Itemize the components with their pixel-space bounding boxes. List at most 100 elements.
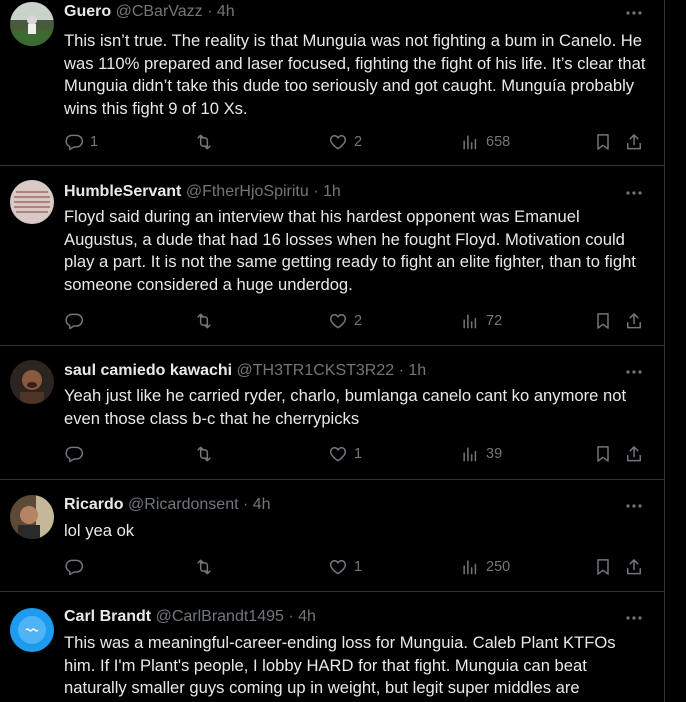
more-icon[interactable]: [624, 610, 644, 626]
tweet[interactable]: Ricardo @Ricardonsent · 4h lol yea ok 1 …: [0, 480, 664, 592]
user-handle[interactable]: @FtherHjoSpiritu: [186, 183, 309, 200]
tweet-header: Ricardo @Ricardonsent · 4h: [64, 496, 634, 514]
display-name[interactable]: Ricardo: [64, 496, 124, 513]
tweet[interactable]: saul camiedo kawachi @TH3TR1CKST3R22 · 1…: [0, 346, 664, 480]
reply-icon: [64, 132, 84, 152]
share-button[interactable]: [624, 555, 644, 579]
tweet-text: This was a meaningful-career-ending loss…: [64, 633, 616, 697]
views-icon: [460, 132, 480, 152]
like-icon: [328, 557, 348, 577]
action-bar: 2 72: [60, 309, 650, 333]
avatar[interactable]: [10, 360, 54, 404]
user-handle[interactable]: @TH3TR1CKST3R22: [237, 362, 395, 379]
like-count: 1: [354, 446, 363, 462]
repost-icon: [194, 557, 214, 577]
bookmark-button[interactable]: [593, 309, 613, 333]
like-button[interactable]: 1: [328, 442, 362, 466]
bookmark-button[interactable]: [593, 130, 613, 154]
timestamp[interactable]: 1h: [323, 183, 341, 200]
display-name[interactable]: Guero: [64, 3, 111, 20]
like-icon: [328, 311, 348, 331]
view-count: 250: [486, 559, 511, 575]
separator-dot: ·: [207, 3, 213, 20]
view-count: 39: [486, 446, 503, 462]
views-button[interactable]: 72: [460, 309, 502, 333]
share-icon: [624, 444, 644, 464]
views-icon: [460, 311, 480, 331]
share-button[interactable]: [624, 130, 644, 154]
reply-button[interactable]: [64, 309, 90, 333]
repost-button[interactable]: [194, 309, 220, 333]
separator-dot: ·: [398, 362, 404, 379]
avatar[interactable]: [10, 608, 54, 652]
share-icon: [624, 311, 644, 331]
views-icon: [460, 444, 480, 464]
tweet-header: saul camiedo kawachi @TH3TR1CKST3R22 · 1…: [64, 362, 634, 380]
reply-feed: Guero @CBarVazz · 4h This isn’t true. Th…: [0, 0, 665, 702]
like-count: 2: [354, 134, 363, 150]
like-button[interactable]: 2: [328, 309, 362, 333]
tweet-text: Yeah just like he carried ryder, charlo,…: [64, 386, 627, 428]
more-icon[interactable]: [624, 5, 644, 21]
views-button[interactable]: 658: [460, 130, 510, 154]
tweet[interactable]: HumbleServant @FtherHjoSpiritu · 1h Floy…: [0, 166, 664, 346]
views-button[interactable]: 39: [460, 442, 502, 466]
reply-icon: [64, 444, 84, 464]
timestamp[interactable]: 1h: [408, 362, 426, 379]
timestamp[interactable]: 4h: [253, 496, 271, 513]
like-button[interactable]: 2: [328, 130, 362, 154]
tweet-header: HumbleServant @FtherHjoSpiritu · 1h: [64, 183, 634, 201]
reply-button[interactable]: [64, 555, 90, 579]
tweet-text: lol yea ok: [64, 521, 135, 540]
separator-dot: ·: [288, 608, 294, 625]
user-handle[interactable]: @Ricardonsent: [128, 496, 239, 513]
separator-dot: ·: [313, 183, 319, 200]
tweet-text: Floyd said during an interview that his …: [64, 207, 636, 294]
share-button[interactable]: [624, 442, 644, 466]
avatar[interactable]: [10, 2, 54, 46]
share-button[interactable]: [624, 309, 644, 333]
tweet-header: Carl Brandt @CarlBrandt1495 · 4h: [64, 608, 634, 626]
repost-icon: [194, 132, 214, 152]
repost-icon: [194, 444, 214, 464]
repost-button[interactable]: [194, 130, 220, 154]
like-count: 2: [354, 313, 363, 329]
tweet[interactable]: Guero @CBarVazz · 4h This isn’t true. Th…: [0, 0, 664, 166]
avatar[interactable]: [10, 180, 54, 224]
more-icon[interactable]: [624, 364, 644, 380]
tweet[interactable]: Carl Brandt @CarlBrandt1495 · 4h This wa…: [0, 592, 664, 702]
tweet-header: Guero @CBarVazz · 4h: [64, 3, 634, 21]
display-name[interactable]: Carl Brandt: [64, 608, 151, 625]
bookmark-button[interactable]: [593, 555, 613, 579]
avatar[interactable]: [10, 495, 54, 539]
tweet-text: This isn’t true. The reality is that Mun…: [64, 31, 646, 118]
timestamp[interactable]: 4h: [217, 3, 235, 20]
bookmark-icon: [593, 311, 613, 331]
reply-button[interactable]: [64, 442, 90, 466]
repost-button[interactable]: [194, 442, 220, 466]
repost-icon: [194, 311, 214, 331]
action-bar: 1 250: [60, 555, 650, 579]
timestamp[interactable]: 4h: [298, 608, 316, 625]
like-count: 1: [354, 559, 363, 575]
reply-button[interactable]: 1: [64, 130, 98, 154]
reply-icon: [64, 557, 84, 577]
user-handle[interactable]: @CarlBrandt1495: [156, 608, 284, 625]
more-icon[interactable]: [624, 498, 644, 514]
like-icon: [328, 444, 348, 464]
like-button[interactable]: 1: [328, 555, 362, 579]
bookmark-button[interactable]: [593, 442, 613, 466]
action-bar: 1 39: [60, 442, 650, 466]
bookmark-icon: [593, 132, 613, 152]
display-name[interactable]: saul camiedo kawachi: [64, 362, 232, 379]
reply-icon: [64, 311, 84, 331]
bookmark-icon: [593, 444, 613, 464]
user-handle[interactable]: @CBarVazz: [116, 3, 203, 20]
like-icon: [328, 132, 348, 152]
display-name[interactable]: HumbleServant: [64, 183, 181, 200]
views-button[interactable]: 250: [460, 555, 510, 579]
more-icon[interactable]: [624, 185, 644, 201]
view-count: 72: [486, 313, 503, 329]
repost-button[interactable]: [194, 555, 220, 579]
share-icon: [624, 557, 644, 577]
